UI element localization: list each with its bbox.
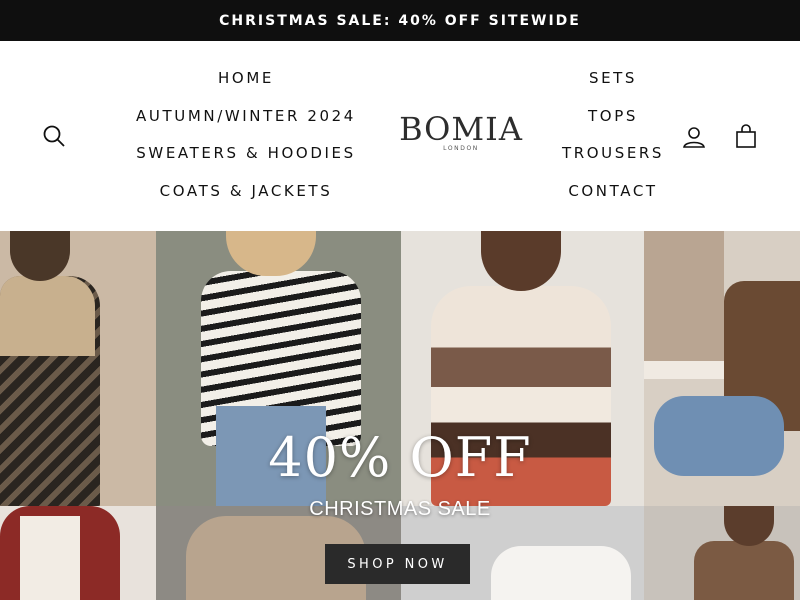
nav-link-home[interactable]: HOME [218, 63, 274, 101]
nav-link-contact[interactable]: CONTACT [568, 176, 657, 214]
nav-left: HOME AUTUMN/WINTER 2024 SWEATERS & HOODI… [120, 63, 372, 213]
nav-link-coats-jackets[interactable]: COATS & JACKETS [160, 176, 333, 214]
announcement-bar: CHRISTMAS SALE: 40% OFF SITEWIDE [0, 0, 800, 41]
logo-wordmark: BOMIA [399, 110, 523, 148]
nav-link-tops[interactable]: TOPS [588, 101, 638, 139]
nav-link-sweaters-hoodies[interactable]: SWEATERS & HOODIES [136, 138, 355, 176]
hero-title: 40% OFF [268, 426, 532, 489]
shop-now-button[interactable]: SHOP NOW [325, 544, 470, 584]
nav-link-trousers[interactable]: TROUSERS [562, 138, 664, 176]
account-icon[interactable] [682, 125, 706, 149]
nav-right: SETS TOPS TROUSERS CONTACT [540, 63, 686, 213]
search-icon[interactable] [42, 124, 66, 148]
brand-logo[interactable]: BOMIA LONDON [398, 111, 524, 163]
cart-icon[interactable] [734, 124, 758, 148]
hero-banner: 40% OFF CHRISTMAS SALE SHOP NOW [0, 231, 800, 600]
nav-link-sets[interactable]: SETS [589, 63, 637, 101]
announcement-text: CHRISTMAS SALE: 40% OFF SITEWIDE [219, 12, 581, 29]
site-header: HOME AUTUMN/WINTER 2024 SWEATERS & HOODI… [0, 41, 800, 231]
hero-subtitle: CHRISTMAS SALE [309, 498, 491, 520]
nav-link-autumn-winter-2024[interactable]: AUTUMN/WINTER 2024 [136, 101, 356, 139]
